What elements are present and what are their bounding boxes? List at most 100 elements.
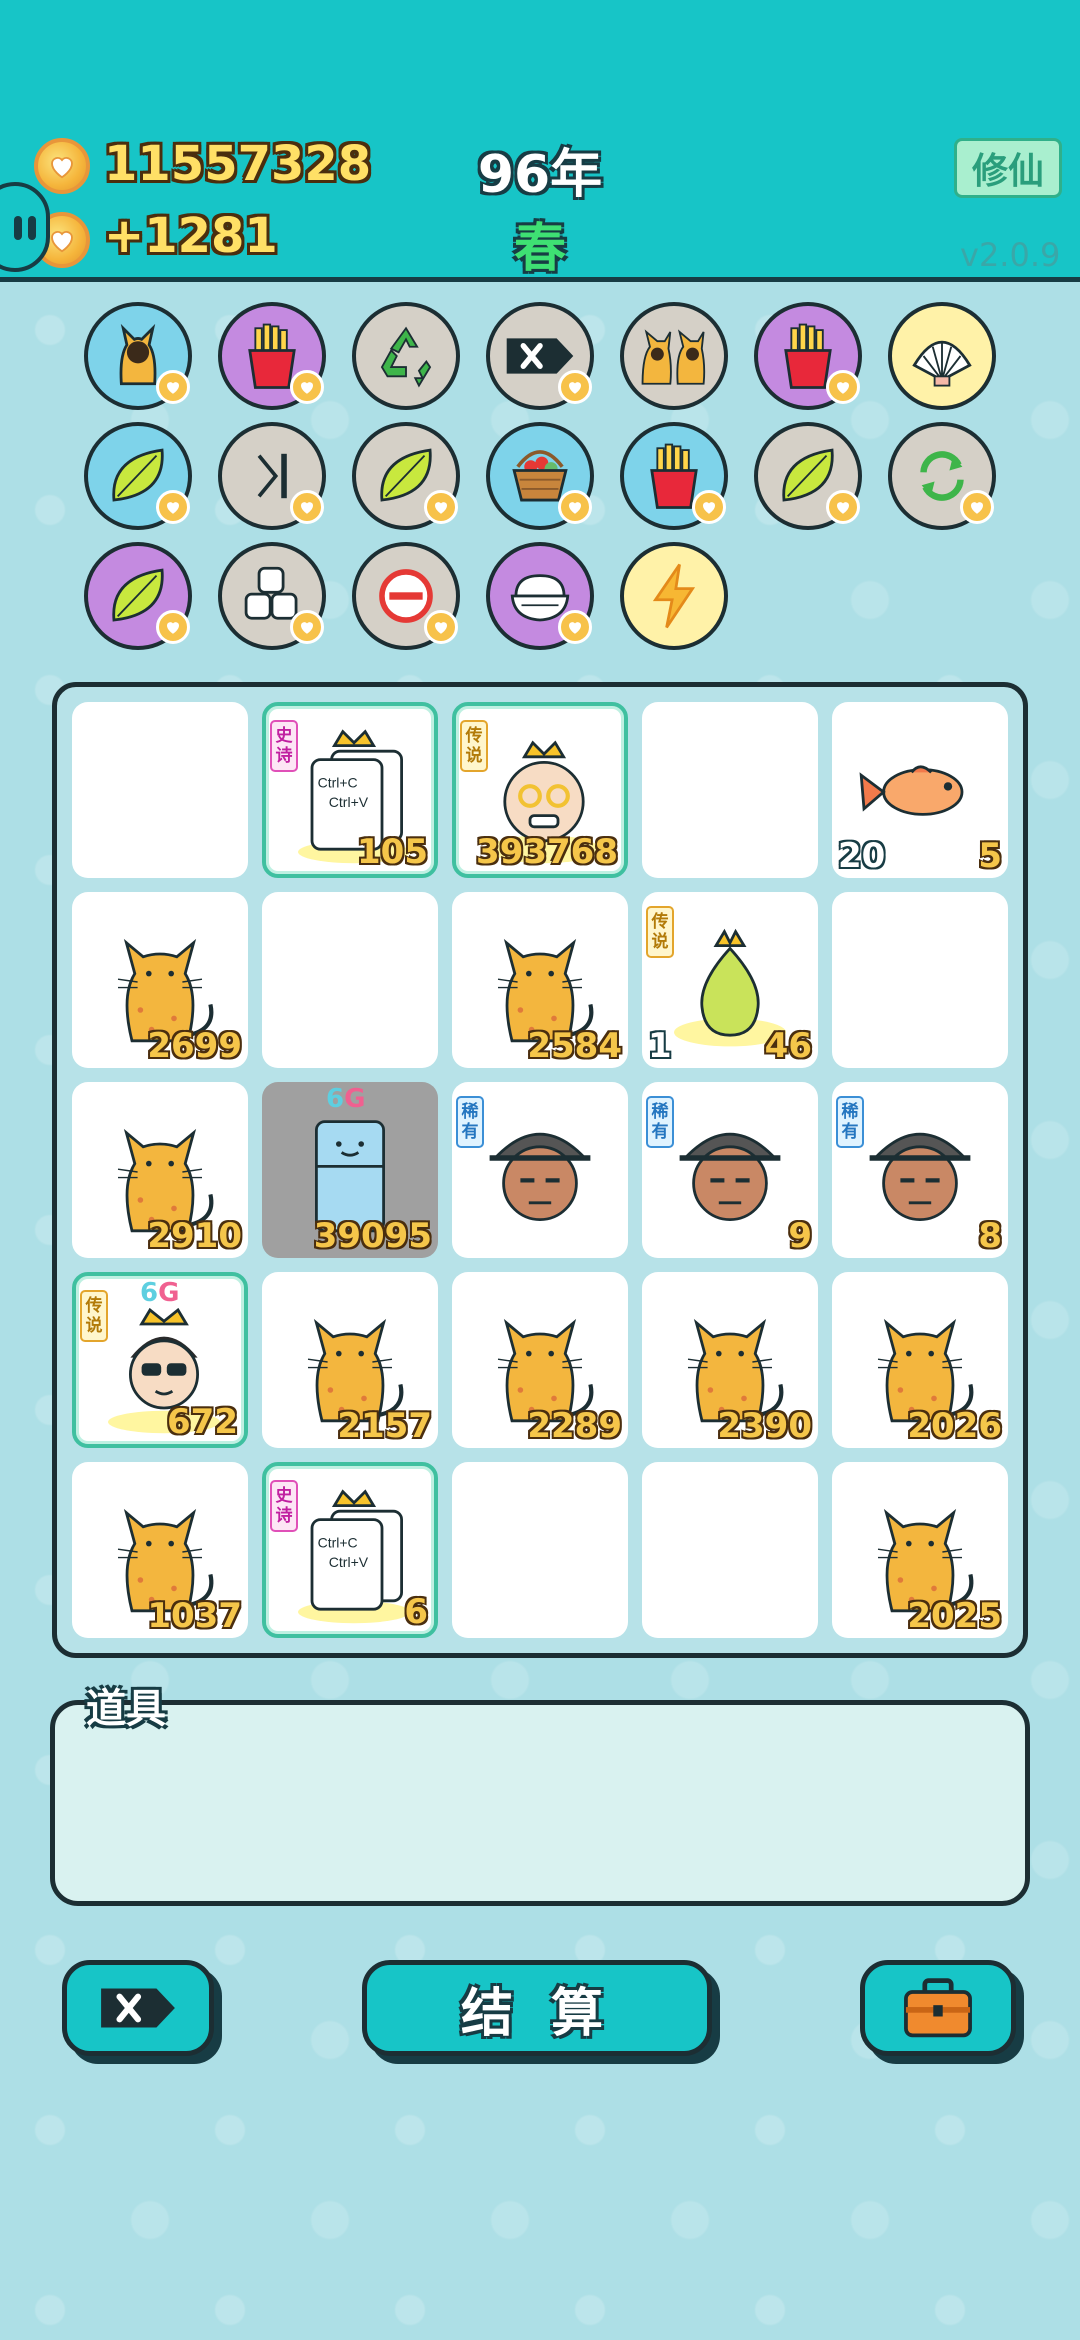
top-bar: 11557328 +1281 96年 春 修仙 v2.0.9 [0, 0, 1080, 282]
symbol-slot[interactable] [888, 422, 996, 530]
slot-cell[interactable] [642, 702, 818, 878]
hat-man-symbol [679, 1132, 781, 1221]
cell-counter: 20 [838, 836, 886, 876]
slot-cell[interactable]: 2025 [832, 1462, 1008, 1638]
6g-badge: 6G [140, 1278, 179, 1308]
rarity-tag: 稀有 [836, 1096, 864, 1148]
slot-cell[interactable]: 1037 [72, 1462, 248, 1638]
symbol-slot[interactable] [352, 422, 460, 530]
heart-badge-icon [960, 490, 994, 524]
ctrl-v-text: Ctrl+V [329, 1554, 369, 1570]
settle-button[interactable]: 结 算 [362, 1960, 712, 2056]
symbol-slot[interactable] [754, 422, 862, 530]
cell-value: 2910 [147, 1216, 242, 1256]
remove-button[interactable] [62, 1960, 214, 2056]
slot-cell[interactable]: 2026 [832, 1272, 1008, 1448]
year-label: 96年 [477, 145, 603, 205]
symbol-slot[interactable] [218, 542, 326, 650]
heart-badge-icon [290, 370, 324, 404]
slot-cell[interactable] [832, 892, 1008, 1068]
symbol-slot[interactable] [84, 302, 192, 410]
slot-cell[interactable]: 传说 393768 [452, 702, 628, 878]
slot-cell[interactable]: 稀有 [452, 1082, 628, 1258]
ctrlcv-symbol: Ctrl+C Ctrl+V [298, 1489, 410, 1624]
recycle-icon [369, 319, 443, 393]
symbol-slot[interactable] [352, 542, 460, 650]
slot-cell[interactable] [72, 702, 248, 878]
symbol-slot[interactable] [218, 302, 326, 410]
badge-g: G [158, 1278, 180, 1308]
heart-badge-icon [558, 490, 592, 524]
heart-badge-icon [558, 370, 592, 404]
bag-button[interactable] [860, 1960, 1016, 2056]
symbol-slot[interactable] [754, 302, 862, 410]
slot-cell[interactable]: 2390 [642, 1272, 818, 1448]
heart-badge-icon [826, 370, 860, 404]
shell-icon [905, 319, 979, 393]
cell-value: 2026 [907, 1406, 1002, 1446]
slot-cell[interactable]: 2157 [262, 1272, 438, 1448]
symbol-slot[interactable] [218, 422, 326, 530]
slot-cell[interactable]: Ctrl+C Ctrl+V 史诗 6 [262, 1462, 438, 1638]
symbol-slot[interactable] [888, 302, 996, 410]
cell-value: 1037 [147, 1596, 242, 1636]
slot-cell[interactable]: 2289 [452, 1272, 628, 1448]
slot-cell[interactable]: 稀有 9 [642, 1082, 818, 1258]
symbol-slot[interactable] [486, 542, 594, 650]
6g-badge: 6G [326, 1084, 365, 1114]
slot-cell[interactable] [452, 1462, 628, 1638]
ctrl-c-text: Ctrl+C [318, 1535, 358, 1551]
heart-badge-icon [156, 490, 190, 524]
xiuxian-button[interactable]: 修仙 [954, 138, 1062, 198]
cell-value: 672 [167, 1402, 238, 1442]
cell-value: 46 [764, 1026, 812, 1066]
cat-pair-icon [637, 319, 711, 393]
symbol-slot[interactable] [486, 302, 594, 410]
symbol-slot[interactable] [84, 542, 192, 650]
heart-badge-icon [290, 490, 324, 524]
slot-cell[interactable]: Ctrl+C Ctrl+V 史诗 105 [262, 702, 438, 878]
badge-g: G [344, 1084, 366, 1114]
heart-badge-icon [424, 490, 458, 524]
season-label: 春 [513, 219, 566, 279]
slot-cell[interactable] [642, 1462, 818, 1638]
cell-value: 6 [404, 1592, 428, 1632]
rarity-tag: 传说 [80, 1290, 108, 1342]
cell-value: 2699 [147, 1026, 242, 1066]
cell-value: 393768 [476, 832, 618, 872]
cell-value: 8 [978, 1216, 1002, 1256]
briefcase-icon [904, 1978, 972, 2038]
slot-cell[interactable]: 2584 [452, 892, 628, 1068]
items-panel [50, 1700, 1030, 1906]
lightning-icon [637, 559, 711, 633]
cell-value: 5 [978, 836, 1002, 876]
ctrl-c-text: Ctrl+C [318, 775, 358, 791]
heart-badge-icon [156, 370, 190, 404]
symbol-slot[interactable] [620, 302, 728, 410]
rarity-tag: 传说 [460, 720, 488, 772]
cell-value: 2025 [907, 1596, 1002, 1636]
symbol-slot[interactable] [620, 542, 728, 650]
rarity-tag: 稀有 [456, 1096, 484, 1148]
heart-badge-icon [692, 490, 726, 524]
slot-cell[interactable]: 6G 39095 [262, 1082, 438, 1258]
delete-tag-icon [101, 1988, 175, 2028]
badge-6: 6 [140, 1278, 159, 1308]
cell-value: 9 [788, 1216, 812, 1256]
symbol-slot[interactable] [352, 302, 460, 410]
badge-6: 6 [326, 1084, 345, 1114]
items-label: 道具 [86, 1686, 166, 1732]
symbol-slot[interactable] [620, 422, 728, 530]
slot-cell[interactable]: 20 5 [832, 702, 1008, 878]
cell-value: 2289 [527, 1406, 622, 1446]
slot-cell[interactable]: 2910 [72, 1082, 248, 1258]
hat-man-symbol [489, 1132, 591, 1221]
slot-cell[interactable] [262, 892, 438, 1068]
slot-cell[interactable]: 稀有 8 [832, 1082, 1008, 1258]
slot-cell[interactable]: 传说 1 46 [642, 892, 818, 1068]
symbol-slot[interactable] [486, 422, 594, 530]
slot-cell[interactable]: 传说 6G 672 [72, 1272, 248, 1448]
symbol-slot[interactable] [84, 422, 192, 530]
slot-cell[interactable]: 2699 [72, 892, 248, 1068]
cell-value: 39095 [313, 1216, 432, 1256]
